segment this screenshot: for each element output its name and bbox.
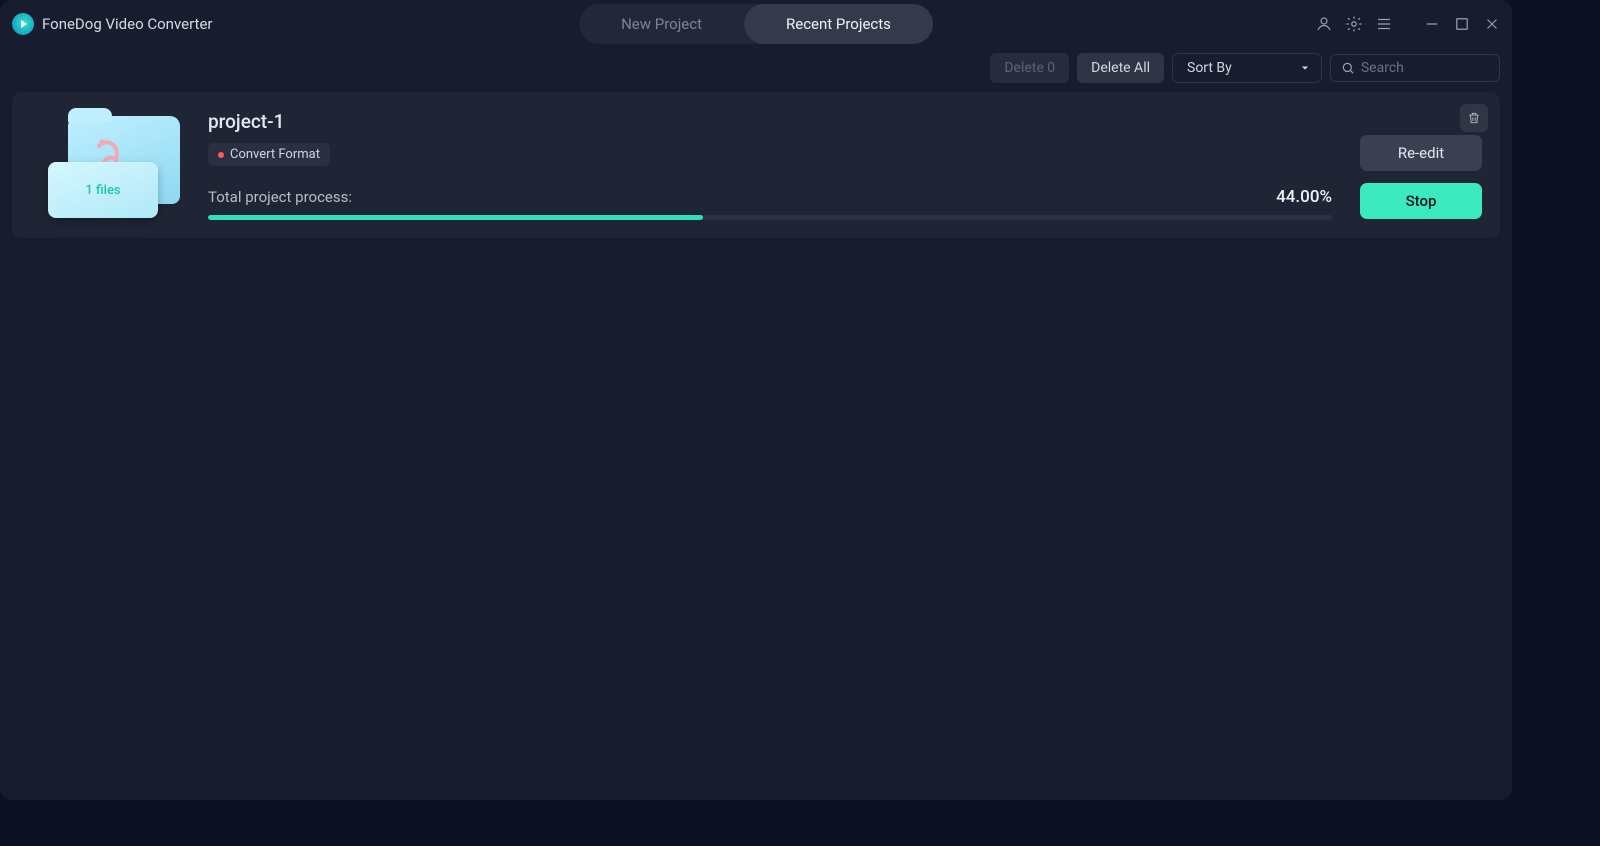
progress-fill — [208, 215, 703, 220]
progress-percent: 44.00% — [1276, 187, 1332, 207]
project-tag: Convert Format — [208, 143, 330, 166]
tab-new-project[interactable]: New Project — [579, 4, 744, 44]
tab-group: New Project Recent Projects — [579, 4, 933, 44]
tab-recent-projects[interactable]: Recent Projects — [744, 4, 933, 44]
progress-bar — [208, 215, 1332, 220]
project-thumbnail: 1 files — [30, 110, 180, 220]
sort-by-select[interactable]: Sort By — [1172, 53, 1322, 83]
minimize-icon[interactable] — [1420, 12, 1444, 36]
delete-all-button[interactable]: Delete All — [1077, 53, 1164, 83]
settings-icon[interactable] — [1342, 12, 1366, 36]
search-box[interactable] — [1330, 54, 1500, 82]
search-input[interactable] — [1361, 60, 1489, 76]
window-controls — [1312, 0, 1504, 48]
app-window: FoneDog Video Converter New Project Rece… — [0, 0, 1512, 800]
project-list: 1 files project-1 Convert Format Total p… — [0, 88, 1512, 242]
app-brand: FoneDog Video Converter — [10, 13, 212, 35]
status-dot-icon — [218, 152, 224, 158]
stop-button[interactable]: Stop — [1360, 183, 1482, 219]
project-info: project-1 Convert Format Total project p… — [208, 110, 1332, 220]
toolbar: Delete 0 Delete All Sort By — [0, 48, 1512, 88]
titlebar: FoneDog Video Converter New Project Rece… — [0, 0, 1512, 48]
project-card: 1 files project-1 Convert Format Total p… — [12, 92, 1500, 238]
project-name: project-1 — [208, 110, 1332, 133]
maximize-icon[interactable] — [1450, 12, 1474, 36]
app-logo-icon — [12, 13, 34, 35]
chevron-down-icon — [1299, 62, 1311, 74]
sort-by-label: Sort By — [1187, 60, 1232, 76]
project-tag-label: Convert Format — [230, 147, 320, 162]
search-icon — [1341, 60, 1355, 76]
close-icon[interactable] — [1480, 12, 1504, 36]
menu-icon[interactable] — [1372, 12, 1396, 36]
project-delete-button[interactable] — [1460, 104, 1488, 132]
project-files-label: 1 files — [85, 183, 120, 198]
app-title: FoneDog Video Converter — [42, 15, 212, 33]
trash-icon — [1467, 111, 1481, 125]
account-icon[interactable] — [1312, 12, 1336, 36]
project-actions: Re-edit Stop — [1360, 134, 1482, 220]
delete-selected-button[interactable]: Delete 0 — [990, 53, 1069, 83]
reedit-button[interactable]: Re-edit — [1360, 135, 1482, 171]
progress-label: Total project process: — [208, 188, 352, 206]
